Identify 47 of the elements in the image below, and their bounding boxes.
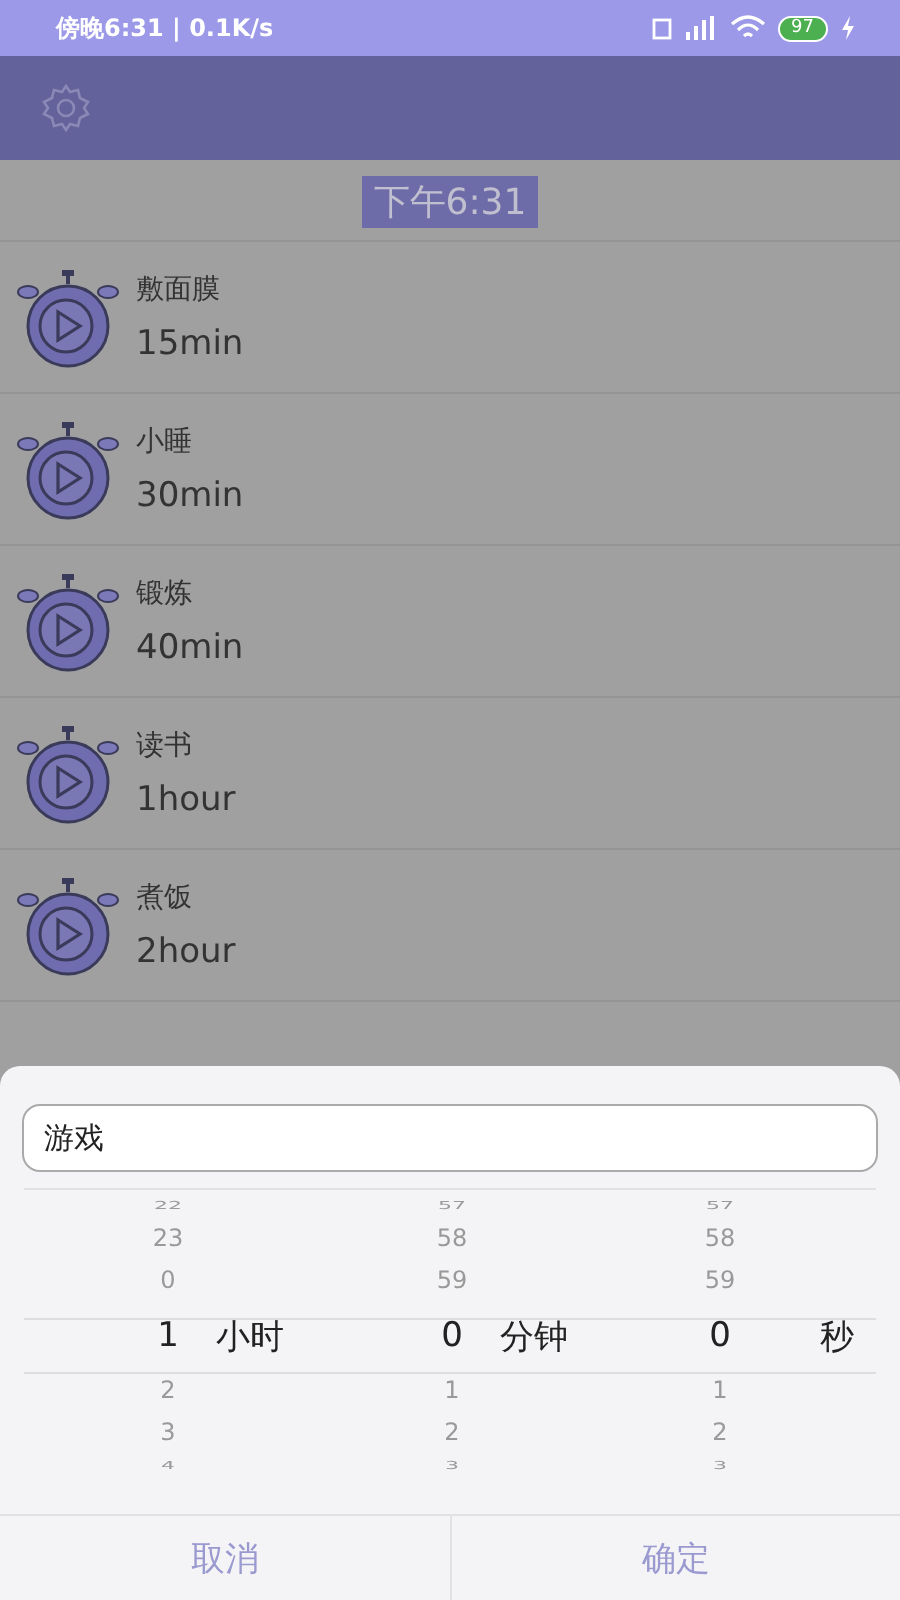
timer-duration: 15min	[136, 323, 244, 363]
picker-option[interactable]: 2	[148, 1370, 188, 1412]
timer-name: 读书	[136, 727, 194, 763]
timer-row[interactable]: 读书 1hour	[0, 698, 900, 850]
picker-option[interactable]: 58	[432, 1218, 472, 1260]
timer-row[interactable]: 敷面膜 15min	[0, 242, 900, 394]
stopwatch-play-icon[interactable]	[12, 419, 124, 519]
timer-duration: 30min	[136, 475, 244, 515]
current-time: 下午6:31	[361, 176, 539, 228]
signal-icon	[649, 14, 718, 42]
battery-level: 97	[777, 15, 828, 41]
picker-selected[interactable]: 1	[148, 1316, 188, 1356]
picker-option[interactable]: 58	[700, 1218, 740, 1260]
timer-duration: 2hour	[136, 931, 236, 971]
timer-name: 锻炼	[136, 575, 194, 611]
picker-selected[interactable]: 0	[432, 1316, 472, 1356]
timer-name: 敷面膜	[136, 271, 222, 307]
picker-option[interactable]: 59	[700, 1260, 740, 1302]
dialog-button[interactable]: 确定	[449, 1516, 900, 1600]
timer-duration: 1hour	[136, 779, 236, 819]
name-field[interactable]: 游戏	[22, 1104, 878, 1172]
picker-unit: 小时	[216, 1315, 284, 1359]
picker-unit: 分钟	[500, 1315, 568, 1359]
picker-option[interactable]: 2	[432, 1412, 472, 1454]
dialog-button[interactable]: 取消	[0, 1516, 449, 1600]
timer-row[interactable]: 小睡 30min	[0, 394, 900, 546]
wifi-icon	[729, 14, 766, 42]
stopwatch-play-icon[interactable]	[12, 723, 124, 823]
picker-unit: 秒	[820, 1315, 854, 1359]
picker-selected[interactable]: 0	[700, 1316, 740, 1356]
timer-duration: 40min	[136, 627, 244, 667]
timer-row[interactable]: 煮饭 2hour	[0, 850, 900, 1002]
charging-icon	[840, 16, 856, 40]
stopwatch-play-icon[interactable]	[12, 875, 124, 975]
stopwatch-play-icon[interactable]	[12, 571, 124, 671]
picker-option[interactable]: 1	[700, 1370, 740, 1412]
stopwatch-play-icon[interactable]	[12, 267, 124, 367]
status-time: 傍晚6:31 | 0.1K/s	[56, 11, 274, 45]
timer-row[interactable]: 锻炼 40min	[0, 546, 900, 698]
picker-option[interactable]: 0	[148, 1260, 188, 1302]
picker-option[interactable]: 2	[700, 1412, 740, 1454]
picker-option[interactable]: 1	[432, 1370, 472, 1412]
picker-option[interactable]: 59	[432, 1260, 472, 1302]
timer-name: 小睡	[136, 423, 194, 459]
picker-option[interactable]: 23	[148, 1218, 188, 1260]
timer-name: 煮饭	[136, 879, 194, 915]
picker-option[interactable]: 3	[148, 1412, 188, 1454]
